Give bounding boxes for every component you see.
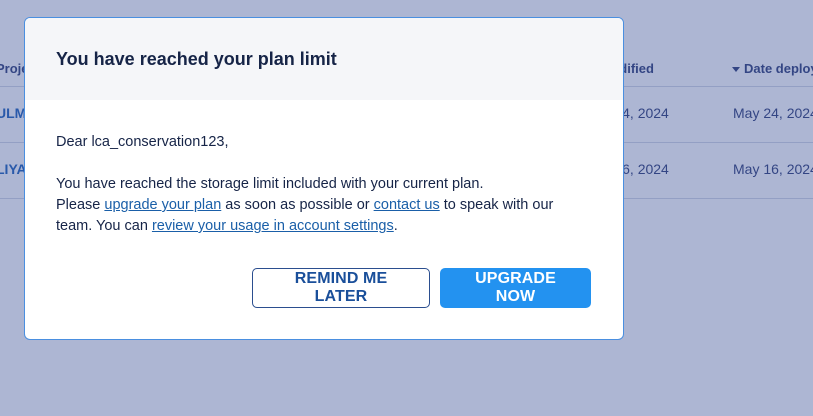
review-usage-link[interactable]: review your usage in account settings <box>152 218 394 234</box>
message-text: Please <box>56 197 105 213</box>
greeting-text: Dear lca_conservation123, <box>56 134 229 150</box>
modal-actions: REMIND ME LATER UPGRADE NOW <box>252 268 591 308</box>
modal-header: You have reached your plan limit <box>25 18 623 100</box>
modal-title: You have reached your plan limit <box>56 49 337 69</box>
upgrade-plan-link[interactable]: upgrade your plan <box>104 197 221 213</box>
message-paragraph: You have reached the storage limit inclu… <box>56 174 592 237</box>
upgrade-now-button[interactable]: UPGRADE NOW <box>440 268 591 308</box>
contact-us-link[interactable]: contact us <box>374 197 440 213</box>
message-text: . <box>393 218 398 234</box>
plan-limit-modal: You have reached your plan limit Dear lc… <box>24 17 624 340</box>
modal-body: Dear lca_conservation123, You have reach… <box>25 100 623 237</box>
message-text: as soon as possible or <box>221 197 374 213</box>
message-line-1: You have reached the storage limit inclu… <box>56 176 484 192</box>
remind-me-later-button[interactable]: REMIND ME LATER <box>252 268 430 308</box>
